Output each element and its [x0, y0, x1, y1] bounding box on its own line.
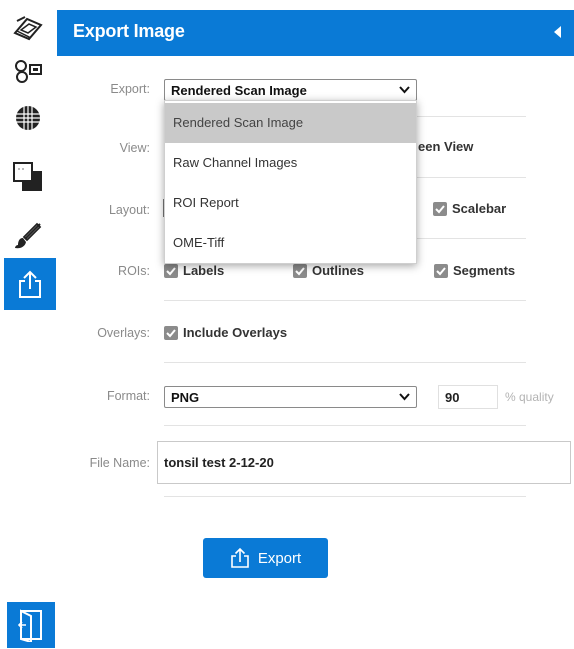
- view-label: View:: [119, 141, 150, 155]
- export-type-dropdown: Rendered Scan Image Raw Channel Images R…: [164, 100, 417, 264]
- collapse-icon[interactable]: [552, 25, 562, 39]
- file-name-label: File Name:: [89, 456, 150, 470]
- include-overlays-checkbox[interactable]: Include Overlays: [164, 325, 287, 340]
- checkbox-checked-icon: [164, 325, 178, 340]
- paintbrush-icon[interactable]: [8, 216, 48, 256]
- roi-outlines-checkbox[interactable]: Outlines: [293, 263, 364, 278]
- tool-rail: [0, 0, 57, 649]
- roi-outlines-label: Outlines: [312, 263, 365, 278]
- format-value: PNG: [171, 390, 200, 405]
- divider: [164, 425, 526, 426]
- export-icon: [231, 547, 249, 568]
- dropdown-option[interactable]: ROI Report: [165, 183, 416, 223]
- channels-icon[interactable]: [8, 52, 48, 92]
- export-label: Export:: [110, 82, 150, 96]
- roi-segments-label: Segments: [453, 263, 516, 278]
- checkbox-checked-icon: [293, 263, 307, 278]
- chevron-down-icon: [399, 86, 410, 94]
- format-select[interactable]: PNG: [164, 386, 417, 408]
- chevron-down-icon: [399, 393, 410, 401]
- overlays-label: Overlays:: [97, 326, 150, 340]
- divider: [164, 496, 526, 497]
- roi-segments-checkbox[interactable]: Segments: [434, 263, 515, 278]
- scalebar-checkbox[interactable]: Scalebar: [433, 201, 506, 216]
- roi-labels-checkbox[interactable]: Labels: [164, 263, 224, 278]
- quality-hint: % quality: [505, 390, 554, 404]
- dropdown-option[interactable]: Raw Channel Images: [165, 143, 416, 183]
- divider: [164, 300, 526, 301]
- checkbox-checked-icon: [434, 263, 448, 278]
- checkbox-checked-icon: [164, 263, 178, 278]
- view-option-text[interactable]: een View: [418, 139, 473, 154]
- export-button[interactable]: Export: [203, 538, 328, 578]
- panel-header: Export Image: [57, 10, 574, 56]
- layout-label: Layout:: [108, 203, 150, 217]
- export-icon[interactable]: [4, 258, 56, 310]
- export-type-select[interactable]: Rendered Scan Image: [164, 79, 417, 101]
- quality-value: 90: [445, 389, 460, 405]
- include-overlays-label: Include Overlays: [183, 325, 288, 340]
- export-button-label: Export: [257, 549, 302, 567]
- checkbox-checked-icon: [433, 201, 447, 216]
- dropdown-option[interactable]: Rendered Scan Image: [165, 103, 416, 143]
- file-name-value: tonsil test 2-12-20: [164, 455, 274, 470]
- format-label: Format:: [106, 389, 150, 403]
- layers-icon[interactable]: [8, 157, 48, 197]
- file-name-input[interactable]: tonsil test 2-12-20: [157, 441, 571, 484]
- panel-title: Export Image: [73, 21, 185, 41]
- scanner-icon[interactable]: [8, 8, 48, 48]
- dropdown-option[interactable]: OME-Tiff: [165, 223, 416, 263]
- globe-grid-icon[interactable]: [8, 98, 48, 138]
- divider: [164, 362, 526, 363]
- rois-label: ROIs:: [118, 264, 150, 278]
- quality-input[interactable]: 90: [438, 385, 498, 409]
- scalebar-label: Scalebar: [452, 201, 507, 216]
- exit-icon[interactable]: [7, 602, 55, 648]
- export-type-value: Rendered Scan Image: [171, 83, 307, 98]
- roi-labels-label: Labels: [183, 263, 225, 278]
